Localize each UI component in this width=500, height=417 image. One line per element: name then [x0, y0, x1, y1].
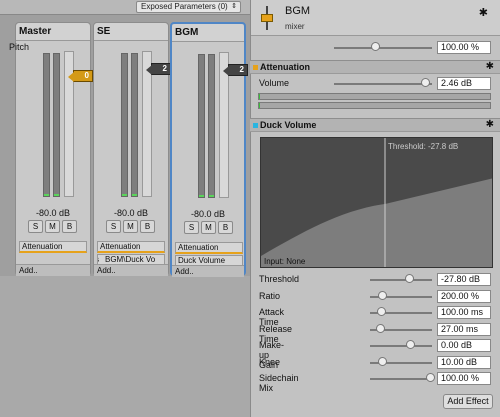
duck-param-value-field[interactable]: 0.00 dB: [437, 339, 491, 352]
duck-param-slider-thumb[interactable]: [405, 340, 415, 349]
pitch-label: Pitch: [9, 42, 30, 52]
duck-param-row: Ratio 200.00 %: [0, 289, 491, 304]
duck-volume-title: Duck Volume: [260, 120, 317, 130]
effect-slot-attenuation[interactable]: Attenuation: [175, 242, 243, 254]
volume-db-readout: -80.0 dB: [190, 209, 226, 219]
bypass-button[interactable]: B: [62, 220, 77, 233]
duck-param-slider-thumb[interactable]: [377, 356, 387, 366]
gear-icon[interactable]: ✱: [486, 119, 494, 130]
strip-title: BGM: [172, 24, 244, 42]
threshold-readout: Threshold: -27.8 dB: [388, 142, 459, 151]
attenuation-meters: [258, 93, 491, 110]
mixer-toolbar: Exposed Parameters (0) ⇕: [0, 0, 250, 15]
volume-db-readout: -80.0 dB: [35, 208, 71, 218]
duck-param-slider-track[interactable]: [370, 345, 432, 347]
duck-param-label: Threshold: [259, 274, 300, 284]
attenuation-section-header[interactable]: Attenuation ✱: [250, 60, 500, 74]
volume-row: Volume 2.46 dB: [0, 77, 491, 91]
duck-param-row: Make-up Gain 0.00 dB: [0, 339, 491, 370]
duck-param-value-field[interactable]: 100.00 ms: [437, 306, 491, 319]
mute-button[interactable]: M: [123, 220, 138, 233]
mixer-strip-se[interactable]: SE 2 -80.0 dB S M B Attenuation s BGM\Du…: [93, 22, 171, 276]
level-meter: [131, 53, 138, 197]
input-readout: Input: None: [264, 257, 306, 266]
exposed-parameters-dropdown[interactable]: Exposed Parameters (0) ⇕: [136, 1, 241, 13]
duck-param-row: Sidechain Mix 100.00 %: [0, 372, 491, 393]
duck-param-row: Threshold -27.80 dB: [0, 273, 491, 287]
attenuation-title: Attenuation: [260, 62, 310, 72]
level-meter: [53, 53, 60, 197]
pitch-slider-thumb[interactable]: [370, 42, 380, 51]
duck-param-slider-thumb[interactable]: [376, 307, 386, 316]
duck-param-label: Ratio: [259, 290, 281, 301]
pitch-slider-track[interactable]: [334, 47, 432, 49]
duck-curve-svg: [261, 138, 492, 267]
solo-button[interactable]: S: [28, 220, 43, 233]
duck-param-row: Attack Time 100.00 ms: [0, 306, 491, 327]
volume-slider-track[interactable]: [334, 83, 432, 85]
duck-param-row: Release Time 27.00 ms: [0, 322, 491, 344]
effect-slot-attenuation[interactable]: Attenuation: [97, 241, 165, 253]
bypass-button[interactable]: B: [218, 221, 233, 234]
attenuation-color-swatch: [253, 65, 258, 70]
gear-icon[interactable]: ✱: [479, 6, 488, 19]
duck-param-label: Sidechain Mix: [259, 373, 299, 393]
duck-param-value-field[interactable]: 100.00 %: [437, 372, 491, 385]
volume-fader-handle[interactable]: 2: [223, 64, 248, 76]
duck-param-slider-thumb[interactable]: [376, 323, 386, 333]
duck-param-value-field[interactable]: -27.80 dB: [437, 273, 491, 286]
duck-param-value-field[interactable]: 200.00 %: [437, 289, 491, 303]
mixer-slider-icon: [259, 6, 275, 30]
volume-value-field[interactable]: 2.46 dB: [437, 77, 491, 90]
duck-param-value-field[interactable]: 27.00 ms: [437, 322, 491, 336]
solo-button[interactable]: S: [184, 221, 199, 234]
duck-volume-color-swatch: [253, 123, 258, 128]
mixer-panel: Exposed Parameters (0) ⇕ Master 0 -80.0 …: [0, 0, 250, 417]
exposed-parameters-label: Exposed Parameters (0): [141, 2, 228, 11]
duck-param-value-field[interactable]: 10.00 dB: [437, 355, 491, 369]
pitch-value-field[interactable]: 100.00 %: [437, 41, 491, 54]
inspector-header: BGM mixer ✱: [251, 0, 500, 36]
volume-db-readout: -80.0 dB: [113, 208, 149, 218]
mute-button[interactable]: M: [201, 221, 216, 234]
duck-param-row: Knee 10.00 dB: [0, 355, 491, 370]
level-meter: [208, 54, 215, 198]
mixer-strip-bgm[interactable]: BGM 2 -80.0 dB S M B Attenuation Duck Vo…: [170, 22, 248, 277]
duck-param-slider-thumb[interactable]: [377, 290, 387, 300]
mixer-strip-master[interactable]: Master 0 -80.0 dB S M B Attenuation Add.…: [15, 22, 93, 276]
gear-icon[interactable]: ✱: [486, 61, 494, 72]
bypass-button[interactable]: B: [140, 220, 155, 233]
strip-title: Master: [16, 23, 90, 41]
chevron-updown-icon: ⇕: [231, 3, 237, 10]
duck-param-slider-track[interactable]: [370, 279, 432, 281]
volume-fader-handle[interactable]: 2: [146, 63, 171, 75]
inspector-title: BGM: [285, 5, 311, 17]
pitch-row: Pitch 100.00 %: [0, 41, 491, 55]
duck-volume-curve-graph[interactable]: Threshold: -27.8 dB Input: None: [260, 137, 493, 268]
duck-param-label: Knee: [259, 356, 281, 367]
duck-volume-section-header[interactable]: Duck Volume ✱: [250, 118, 500, 132]
strip-title: SE: [94, 23, 168, 41]
volume-label: Volume: [259, 78, 290, 88]
duck-curve-fill: [261, 178, 492, 267]
level-meter: [198, 54, 205, 198]
level-meter: [121, 53, 128, 197]
level-meter: [43, 53, 50, 197]
mute-button[interactable]: M: [45, 220, 60, 233]
inspector-subtitle: mixer: [285, 22, 305, 31]
effect-slot-attenuation[interactable]: Attenuation: [19, 241, 87, 253]
solo-button[interactable]: S: [106, 220, 121, 233]
add-effect-button[interactable]: Add Effect: [443, 394, 493, 409]
send-label: BGM\Duck Vo: [105, 255, 156, 264]
duck-param-slider-track[interactable]: [370, 378, 432, 380]
volume-slider-thumb[interactable]: [420, 78, 430, 87]
